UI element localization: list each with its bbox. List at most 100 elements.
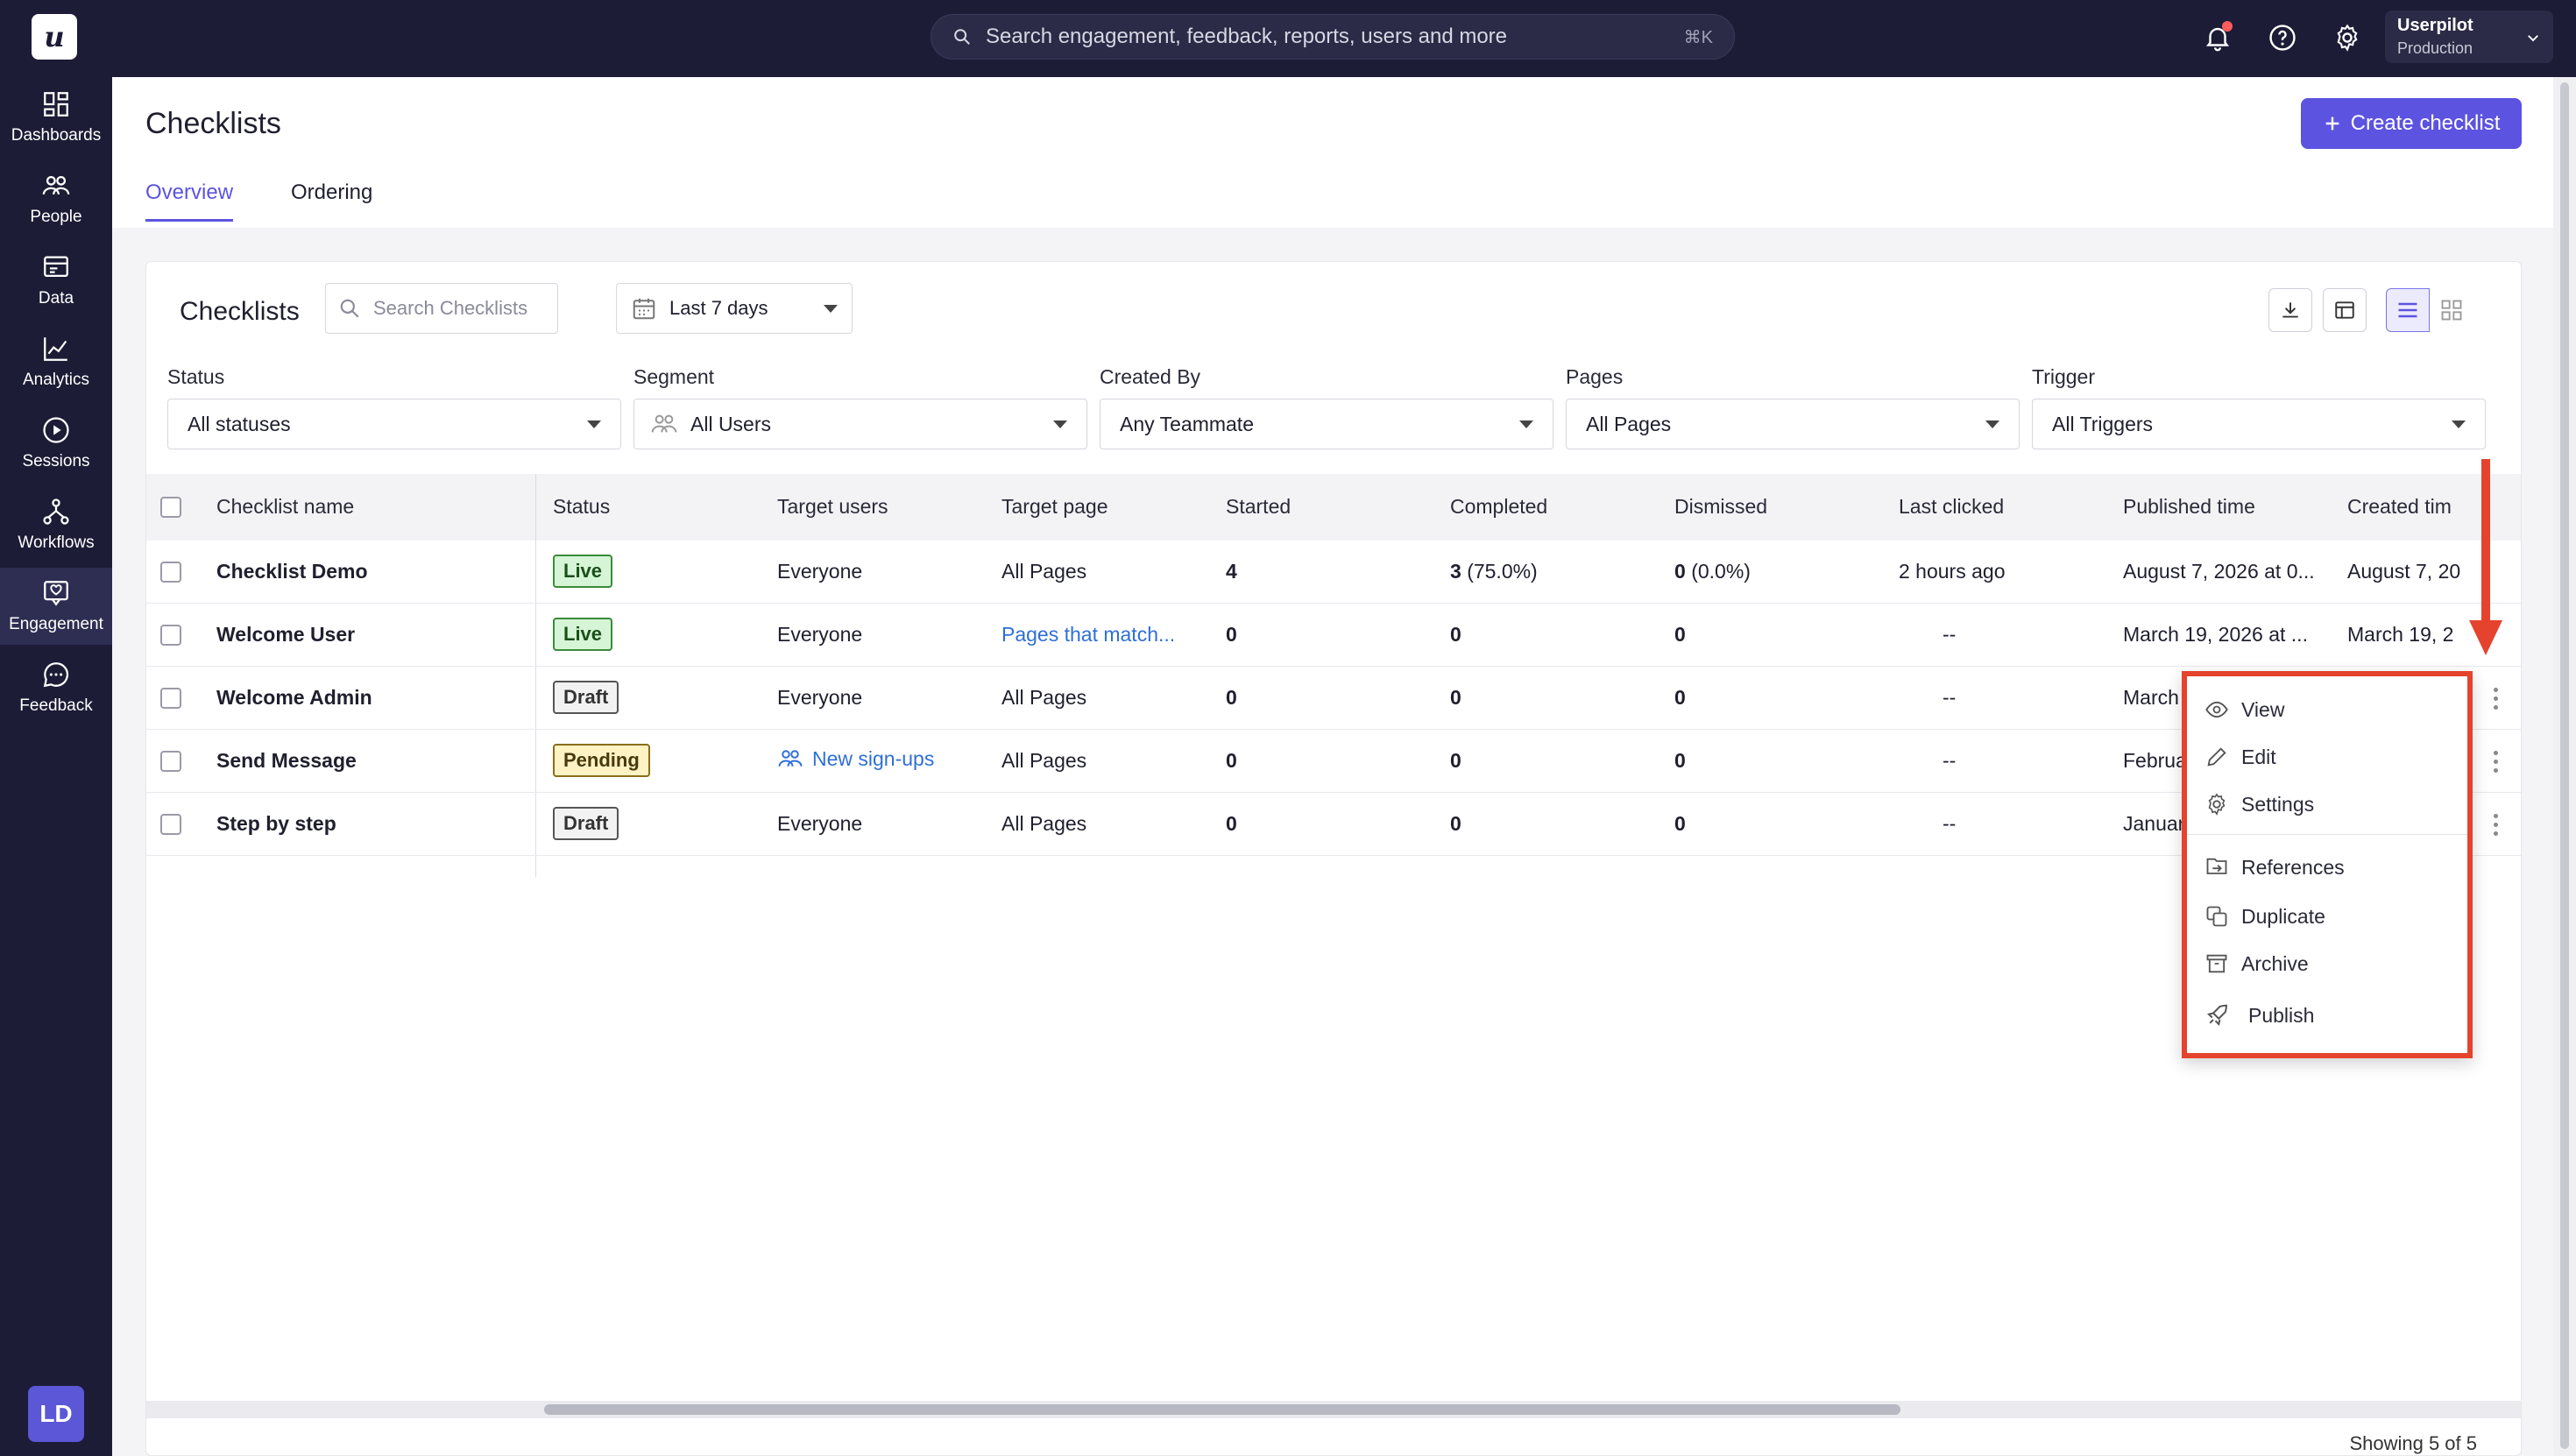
target-users-link[interactable]: New sign-ups: [777, 746, 934, 772]
column-header-started[interactable]: Started: [1226, 495, 1291, 519]
row-actions-button[interactable]: [2484, 744, 2507, 779]
analytics-icon: [44, 337, 67, 361]
menu-item-label: Edit: [2241, 745, 2276, 768]
settings-button[interactable]: [2327, 18, 2367, 58]
target-page: All Pages: [1001, 560, 1087, 583]
checklist-name[interactable]: Send Message: [216, 749, 357, 773]
columns-button[interactable]: [2323, 288, 2367, 332]
menu-item-edit[interactable]: Edit: [2204, 745, 2276, 769]
create-checklist-button[interactable]: Create checklist: [2301, 98, 2522, 149]
grid-view-button[interactable]: [2430, 288, 2473, 332]
last-clicked: --: [1943, 623, 1957, 646]
dismissed-count: 0: [1674, 686, 1686, 709]
sidebar-item-sessions[interactable]: Sessions: [0, 405, 112, 482]
target-users-label: New sign-ups: [812, 746, 935, 770]
checklist-name[interactable]: Welcome User: [216, 623, 355, 647]
table-row[interactable]: Checklist Demo Live Everyone All Pages 4…: [146, 541, 2521, 604]
notifications-button[interactable]: [2197, 18, 2238, 58]
column-header-target-users[interactable]: Target users: [777, 495, 888, 519]
data-icon: [44, 256, 68, 278]
target-page: All Pages: [1001, 812, 1087, 835]
status-badge: Draft: [553, 807, 619, 840]
menu-item-duplicate[interactable]: Duplicate: [2204, 904, 2325, 929]
account-switcher[interactable]: Userpilot Production: [2385, 11, 2553, 63]
row-checkbox[interactable]: [160, 562, 181, 583]
table-row[interactable]: Welcome Admin Draft Everyone All Pages 0…: [146, 667, 2521, 730]
created-time: August 7, 20: [2347, 560, 2461, 583]
download-button[interactable]: [2268, 288, 2312, 332]
gear-icon: [2208, 793, 2226, 816]
help-button[interactable]: [2262, 18, 2303, 58]
date-range-select[interactable]: Last 7 days: [616, 283, 853, 334]
target-users: Everyone: [777, 623, 863, 646]
tab-overview[interactable]: Overview: [145, 180, 234, 222]
column-header-created-time[interactable]: Created tim: [2347, 495, 2452, 519]
menu-item-references[interactable]: References: [2204, 855, 2345, 880]
completed-cell: 3 (75.0%): [1450, 560, 1538, 583]
table-row[interactable]: Send Message Pending New sign-ups All Pa…: [146, 730, 2521, 793]
avatar[interactable]: LD: [28, 1386, 84, 1442]
notification-dot: [2222, 21, 2233, 32]
row-actions-button[interactable]: [2484, 807, 2507, 842]
app-logo[interactable]: u: [32, 14, 77, 60]
checklist-name[interactable]: Checklist Demo: [216, 560, 368, 583]
menu-item-view[interactable]: View: [2204, 697, 2284, 722]
caret-down-icon: [1985, 420, 1999, 428]
table-columns-icon: [2335, 301, 2354, 319]
row-actions-button[interactable]: [2484, 681, 2507, 716]
menu-item-archive[interactable]: Archive: [2204, 951, 2309, 976]
row-checkbox[interactable]: [160, 625, 181, 646]
sidebar-item-label: Sessions: [22, 452, 90, 470]
page-scrollbar-thumb[interactable]: [2560, 82, 2569, 1449]
trigger-filter-select[interactable]: All Triggers: [2032, 399, 2486, 449]
filter-label-segment: Segment: [633, 365, 715, 388]
target-page-link[interactable]: Pages that match...: [1001, 623, 1175, 647]
caret-down-icon: [824, 304, 838, 313]
row-checkbox[interactable]: [160, 814, 181, 835]
dismissed-count: 0: [1674, 560, 1686, 583]
column-header-completed[interactable]: Completed: [1450, 495, 1547, 519]
table-row[interactable]: Welcome User Live Everyone Pages that ma…: [146, 604, 2521, 667]
status-badge: Pending: [553, 744, 650, 777]
column-header-name[interactable]: Checklist name: [216, 495, 354, 519]
sidebar-item-dashboards[interactable]: Dashboards: [0, 79, 112, 156]
column-header-target-page[interactable]: Target page: [1001, 495, 1108, 519]
sidebar-item-data[interactable]: Data: [0, 242, 112, 319]
list-view-button[interactable]: [2386, 288, 2430, 332]
completed-percent: (75.0%): [1467, 560, 1538, 583]
column-header-dismissed[interactable]: Dismissed: [1674, 495, 1767, 519]
row-checkbox[interactable]: [160, 751, 181, 772]
sidebar-item-analytics[interactable]: Analytics: [0, 323, 112, 400]
target-page: All Pages: [1001, 749, 1087, 772]
sidebar-item-feedback[interactable]: Feedback: [0, 649, 112, 726]
checklist-name[interactable]: Step by step: [216, 812, 336, 836]
page-scrollbar[interactable]: [2553, 77, 2576, 1456]
sidebar-item-engagement[interactable]: Engagement: [0, 568, 112, 645]
sidebar-item-people[interactable]: People: [0, 160, 112, 237]
completed-count: 0: [1450, 812, 1461, 835]
horizontal-scrollbar-thumb[interactable]: [544, 1404, 1900, 1415]
checklist-name[interactable]: Welcome Admin: [216, 686, 372, 710]
dismissed-percent: (0.0%): [1691, 560, 1751, 583]
checklist-search-input[interactable]: Search Checklists: [325, 283, 558, 334]
menu-item-publish[interactable]: Publish: [2204, 1002, 2314, 1028]
table-horizontal-scrollbar[interactable]: [146, 1401, 2521, 1418]
sidebar-item-workflows[interactable]: Workflows: [0, 486, 112, 563]
pencil-icon: [2207, 747, 2226, 767]
pages-filter-select[interactable]: All Pages: [1566, 399, 2020, 449]
column-header-status[interactable]: Status: [553, 495, 610, 519]
table-row[interactable]: Step by step Draft Everyone All Pages 0 …: [146, 793, 2521, 856]
global-search-input[interactable]: Search engagement, feedback, reports, us…: [931, 14, 1735, 60]
workflows-icon: [43, 498, 69, 525]
tab-ordering[interactable]: Ordering: [291, 180, 372, 219]
global-search-placeholder: Search engagement, feedback, reports, us…: [986, 25, 1508, 48]
row-checkbox[interactable]: [160, 688, 181, 709]
menu-item-settings[interactable]: Settings: [2204, 792, 2314, 816]
select-all-checkbox[interactable]: [160, 497, 181, 518]
column-header-last-clicked[interactable]: Last clicked: [1899, 495, 2004, 519]
users-icon: [651, 414, 677, 433]
segment-filter-select[interactable]: All Users: [633, 399, 1087, 449]
column-header-published-time[interactable]: Published time: [2123, 495, 2255, 519]
created-by-filter-select[interactable]: Any Teammate: [1100, 399, 1553, 449]
status-filter-select[interactable]: All statuses: [167, 399, 621, 449]
